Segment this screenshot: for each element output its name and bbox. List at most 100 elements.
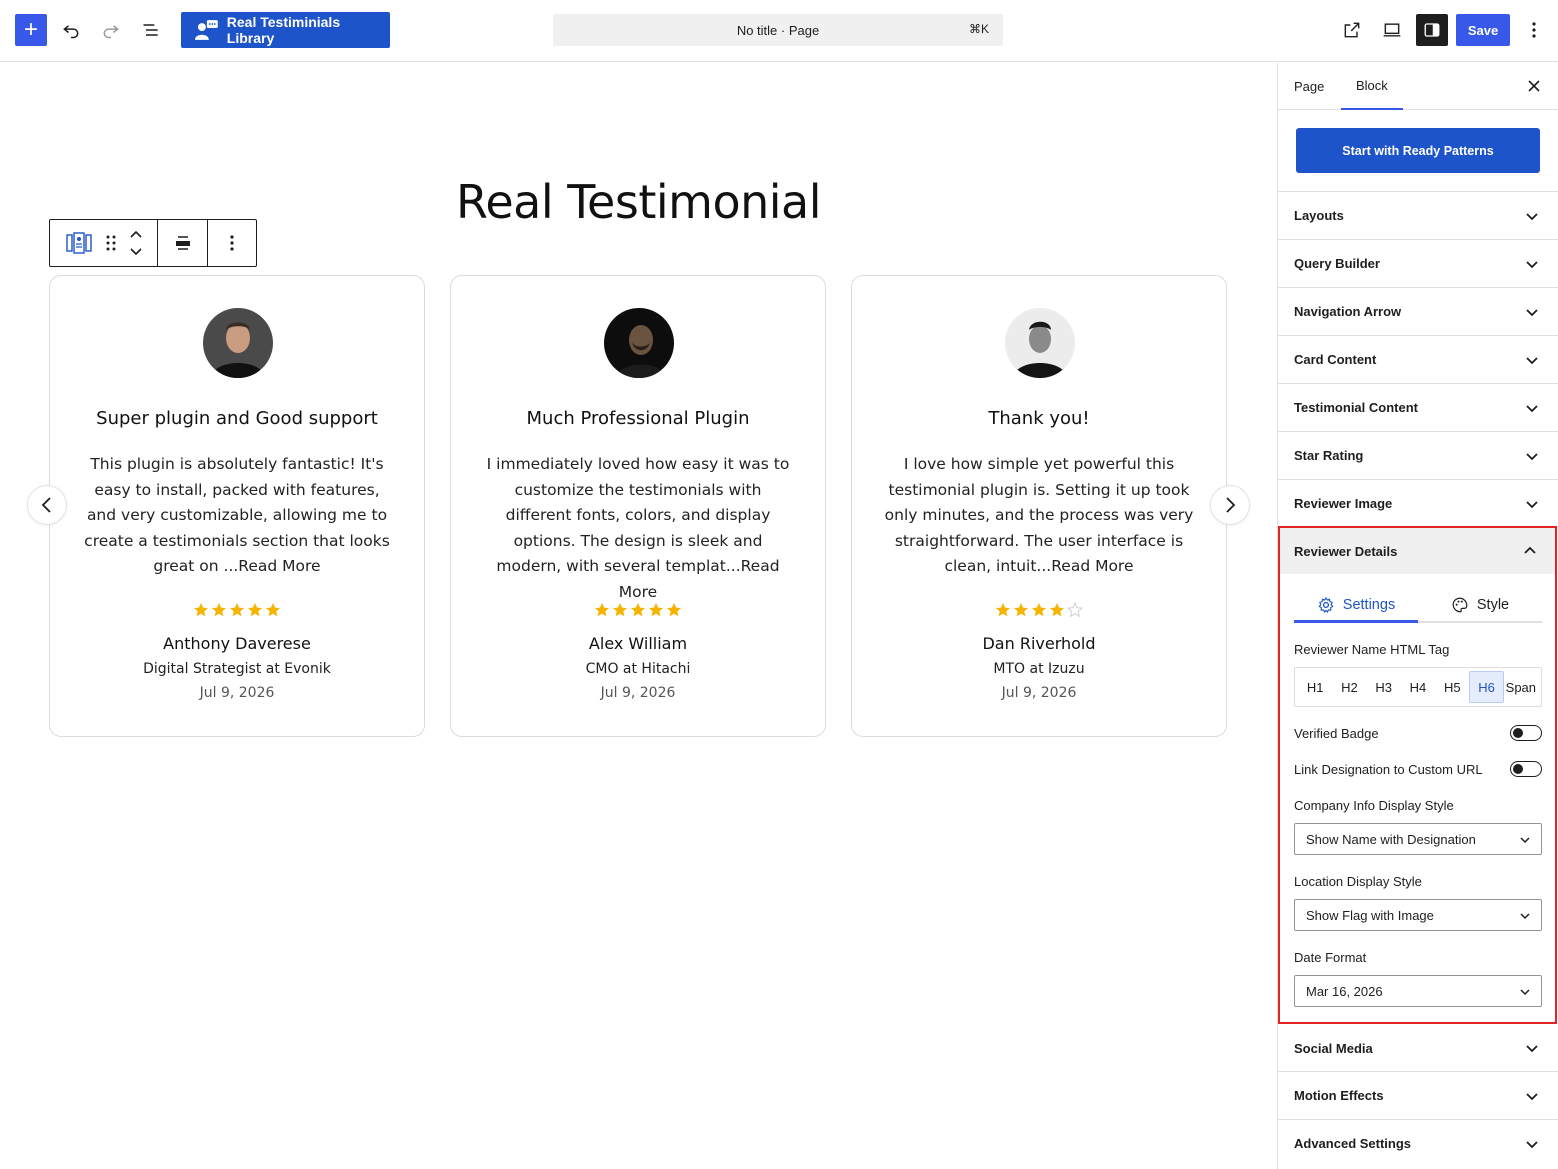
chevron-down-icon [1526, 309, 1538, 317]
preview-device-button[interactable] [1376, 14, 1408, 46]
close-sidebar-button[interactable] [1523, 75, 1545, 97]
ready-patterns-button[interactable]: Start with Ready Patterns [1296, 128, 1540, 173]
align-button[interactable] [158, 220, 208, 266]
block-toolbar [49, 219, 257, 267]
testimonial-title: Thank you! [988, 408, 1090, 429]
testimonial-text: I love how simple yet powerful this test… [884, 455, 1194, 576]
review-date: Jul 9, 2026 [1001, 685, 1077, 701]
panel-reviewer-image[interactable]: Reviewer Image [1278, 479, 1558, 527]
panel-title: Layouts [1294, 208, 1344, 223]
chevron-left-icon [41, 497, 51, 513]
review-date: Jul 9, 2026 [199, 685, 275, 701]
chevron-down-icon [1526, 1093, 1538, 1101]
panel-testimonial-content[interactable]: Testimonial Content [1278, 383, 1558, 431]
move-up-down-icon[interactable] [129, 230, 142, 256]
testimonial-text: This plugin is absolutely fantastic! It'… [84, 455, 390, 576]
document-overview-button[interactable] [135, 14, 167, 46]
review-date: Jul 9, 2026 [600, 685, 676, 701]
testimonial-block-icon[interactable] [65, 232, 92, 254]
document-title: No title · Page [736, 22, 820, 38]
chevron-down-icon [1526, 453, 1538, 461]
settings-sidebar-toggle[interactable] [1416, 14, 1448, 46]
panel-title: Advanced Settings [1294, 1136, 1412, 1151]
view-page-button[interactable] [1336, 14, 1368, 46]
panel-title: Star Rating [1294, 448, 1364, 463]
panel-card-content[interactable]: Card Content [1278, 335, 1558, 383]
reviewer-avatar [203, 308, 273, 378]
undo-button[interactable] [55, 14, 87, 46]
carousel-next-button[interactable] [1210, 485, 1250, 525]
panel-title: Query Builder [1294, 256, 1380, 271]
panel-star-rating[interactable]: Star Rating [1278, 431, 1558, 479]
star-filled-icon [667, 603, 681, 617]
chevron-down-icon [1526, 405, 1538, 413]
panel-title: Navigation Arrow [1294, 304, 1402, 319]
desktop-icon [1383, 23, 1401, 37]
reviewer-name: Alex William [588, 634, 688, 653]
sidebar-icon [1424, 23, 1440, 37]
panel-advanced-settings[interactable]: Advanced Settings [1278, 1119, 1558, 1167]
library-button-label: Real Testiminials Library [226, 14, 341, 46]
chevron-down-icon [1526, 501, 1538, 509]
star-filled-icon [230, 603, 244, 617]
panel-title: Testimonial Content [1294, 400, 1418, 415]
reviewer-name: Dan Riverhold [982, 634, 1096, 653]
reviewer-avatar [604, 308, 674, 378]
command-shortcut: ⌘K [968, 22, 989, 36]
star-filled-icon [194, 603, 208, 617]
star-rating [852, 602, 1226, 618]
reviewer-name: Anthony Daverese [163, 634, 311, 653]
star-empty-icon [1067, 602, 1083, 618]
block-options-button[interactable] [208, 220, 256, 266]
external-link-icon [1344, 22, 1360, 38]
editor-canvas: Real Testimonial Super plugin and Good s… [0, 63, 1277, 1169]
document-title-bar[interactable]: No title · Page ⌘K [553, 14, 1003, 46]
panel-motion-effects[interactable]: Motion Effects [1278, 1071, 1558, 1119]
more-vertical-icon [1532, 22, 1536, 38]
sidebar-tabs: Page Block [1278, 63, 1558, 110]
testimonial-library-button[interactable]: Real Testiminials Library [181, 12, 390, 48]
chevron-down-icon [1526, 357, 1538, 365]
list-view-icon [143, 24, 158, 36]
panel-navigation-arrow[interactable]: Navigation Arrow [1278, 287, 1558, 335]
star-filled-icon [212, 603, 226, 617]
star-filled-icon [248, 603, 262, 617]
redo-button[interactable] [95, 14, 127, 46]
save-button[interactable]: Save [1456, 14, 1510, 46]
panel-social-media[interactable]: Social Media [1278, 1024, 1558, 1072]
reviewer-designation: Digital Strategist at Evonik [143, 661, 331, 677]
panel-title: Reviewer Image [1294, 496, 1393, 511]
testimonial-card[interactable]: Super plugin and Good support This plugi… [49, 275, 425, 737]
star-filled-icon [266, 603, 280, 617]
carousel-prev-button[interactable] [27, 485, 67, 525]
panel-title: Card Content [1294, 352, 1377, 367]
panel-layouts[interactable]: Layouts [1278, 191, 1558, 239]
options-menu-button[interactable] [1518, 14, 1550, 46]
add-block-button[interactable]: + [15, 14, 47, 46]
chevron-down-icon [1526, 213, 1538, 221]
testimonial-card[interactable]: Much Professional Plugin I immediately l… [450, 275, 826, 737]
editor-top-bar: + Real Testiminials Library No title · P… [0, 0, 1558, 62]
star-filled-icon [996, 603, 1010, 617]
panel-title: Motion Effects [1294, 1088, 1384, 1103]
highlight-box [1278, 526, 1557, 1024]
testimonial-card[interactable]: Thank you! I love how simple yet powerfu… [851, 275, 1227, 737]
chevron-down-icon [1526, 1045, 1538, 1053]
star-filled-icon [1014, 603, 1028, 617]
more-vertical-icon [230, 235, 234, 251]
drag-handle-icon[interactable] [106, 235, 116, 251]
star-filled-icon [1050, 603, 1064, 617]
redo-icon [103, 25, 119, 39]
reviewer-avatar [1005, 308, 1075, 378]
star-filled-icon [631, 603, 645, 617]
star-rating [451, 602, 825, 618]
panel-query-builder[interactable]: Query Builder [1278, 239, 1558, 287]
star-rating [50, 602, 424, 618]
testimonial-text: I immediately loved how easy it was to c… [486, 455, 790, 601]
close-icon [1528, 80, 1540, 92]
panel-title: Social Media [1294, 1040, 1373, 1056]
tab-page[interactable]: Page [1294, 63, 1324, 110]
star-filled-icon [595, 603, 609, 617]
tab-block[interactable]: Block [1341, 63, 1403, 110]
chevron-right-icon [1226, 497, 1236, 513]
